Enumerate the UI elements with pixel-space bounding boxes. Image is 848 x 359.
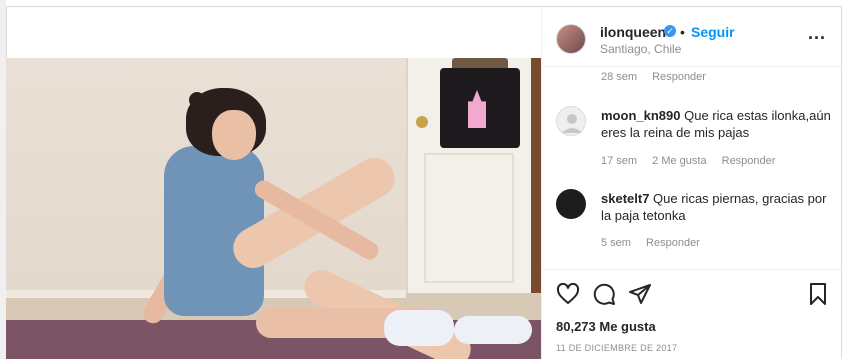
post-side-panel: ilonqueen ✓ • Seguir Santiago, Chile ...… xyxy=(541,6,842,359)
comment-username[interactable]: sketelt7 xyxy=(601,191,649,206)
photo-sock-left xyxy=(384,310,454,346)
comments-list[interactable]: 28 sem Responder moon_kn890 Que rica est… xyxy=(542,67,841,267)
bookmark-icon[interactable] xyxy=(806,282,830,306)
post-actions xyxy=(542,269,841,309)
comment-meta: 28 sem Responder xyxy=(601,71,718,83)
photo-door-panel xyxy=(424,153,514,283)
default-avatar-icon xyxy=(562,114,582,133)
more-options-icon[interactable]: ... xyxy=(808,23,826,44)
like-count[interactable]: 80,273 Me gusta xyxy=(556,319,656,334)
comment-reply-button[interactable]: Responder xyxy=(652,71,706,83)
post-header: ilonqueen ✓ • Seguir Santiago, Chile ... xyxy=(542,7,841,67)
photo-door-knob xyxy=(416,116,428,128)
photo-top-padding xyxy=(6,6,541,58)
comment-bubble-icon[interactable] xyxy=(592,282,616,306)
paper-plane-icon[interactable] xyxy=(628,282,652,306)
photo-face xyxy=(212,110,256,160)
comment-time: 28 sem xyxy=(601,71,638,83)
author-username[interactable]: ilonqueen xyxy=(600,24,666,40)
post-location[interactable]: Santiago, Chile xyxy=(600,42,681,56)
follow-button[interactable]: Seguir xyxy=(691,24,735,40)
post-photo[interactable] xyxy=(6,58,541,359)
comment-meta: 17 sem 2 Me gusta Responder xyxy=(601,155,787,167)
comment-meta: 5 sem Responder xyxy=(601,237,712,249)
comment-avatar[interactable] xyxy=(556,189,586,219)
header-separator: • xyxy=(680,24,685,40)
comment-text-block: sketelt7 Que ricas piernas, gracias por … xyxy=(601,190,833,224)
comment-reply-button[interactable]: Responder xyxy=(722,155,776,167)
comment-reply-button[interactable]: Responder xyxy=(646,237,700,249)
photo-hair-bun xyxy=(189,92,205,108)
comment-likes[interactable]: 2 Me gusta xyxy=(652,155,706,167)
post-date: 11 DE DICIEMBRE DE 2017 xyxy=(556,343,678,353)
comment-avatar[interactable] xyxy=(556,106,586,136)
verified-badge-icon: ✓ xyxy=(664,25,676,37)
heart-icon[interactable] xyxy=(556,282,580,306)
comment-time: 5 sem xyxy=(601,237,631,249)
photo-sock-right xyxy=(454,316,532,344)
comment-time: 17 sem xyxy=(601,155,638,167)
comment-username[interactable]: moon_kn890 xyxy=(601,108,680,123)
author-avatar[interactable] xyxy=(556,24,586,54)
comment-text-block: moon_kn890 Que rica estas ilonka,aún ere… xyxy=(601,107,833,141)
